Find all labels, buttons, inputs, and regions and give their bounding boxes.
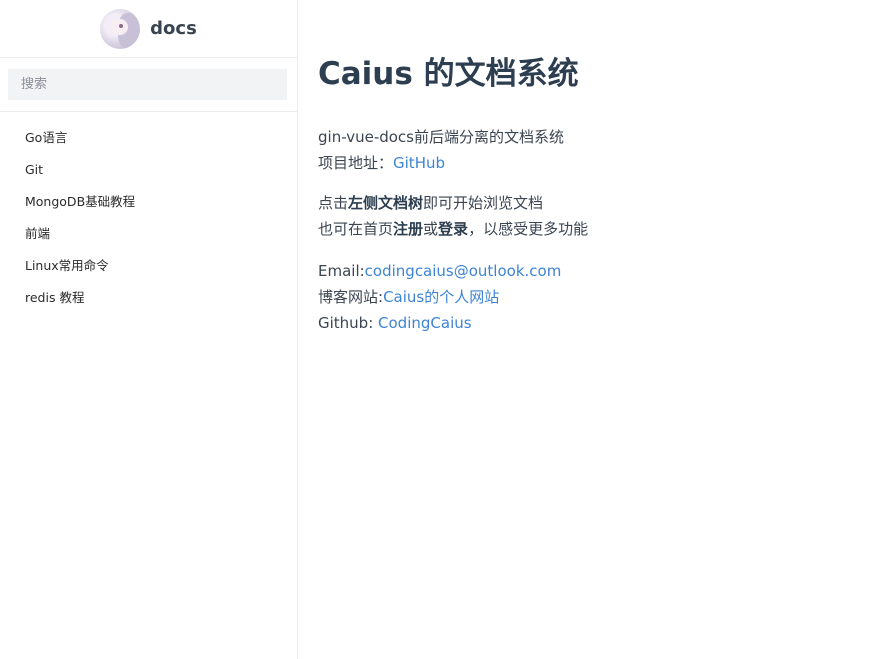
brand-name[interactable]: docs [150, 18, 197, 39]
doc-tree: Go语言 Git MongoDB基础教程 前端 Linux常用命令 redis … [0, 112, 297, 314]
brand-header[interactable]: docs [0, 0, 297, 58]
page-title: Caius 的文档系统 [318, 56, 579, 92]
github-profile-link[interactable]: CodingCaius [378, 314, 472, 332]
also-suffix: ，以感受更多功能 [468, 220, 589, 238]
login-text: 登录 [438, 220, 469, 238]
hint-line: 点击左侧文档树即可开始浏览文档 [318, 190, 868, 216]
also-line: 也可在首页注册或登录，以感受更多功能 [318, 216, 868, 242]
sidebar-item-linux[interactable]: Linux常用命令 [0, 250, 297, 282]
sidebar-item-git[interactable]: Git [0, 154, 297, 186]
hint-suffix: 即可开始浏览文档 [423, 194, 544, 212]
or-text: 或 [423, 220, 439, 238]
main-content: Caius 的文档系统 gin-vue-docs前后端分离的文档系统 项目地址：… [318, 0, 868, 336]
email-label: Email: [318, 262, 365, 280]
blog-line: 博客网站:Caius的个人网站 [318, 284, 868, 310]
repo-line: 项目地址：GitHub [318, 150, 868, 176]
intro-text: gin-vue-docs前后端分离的文档系统 [318, 128, 564, 146]
sidebar-item-redis[interactable]: redis 教程 [0, 282, 297, 314]
github-repo-link[interactable]: GitHub [393, 154, 445, 172]
register-text: 注册 [393, 220, 424, 238]
github-line: Github: CodingCaius [318, 310, 868, 336]
repo-label: 项目地址： [318, 154, 394, 172]
intro-block: gin-vue-docs前后端分离的文档系统 项目地址：GitHub [318, 124, 868, 176]
avatar [100, 8, 141, 49]
search-container [0, 58, 297, 112]
contact-block: Email:codingcaius@outlook.com 博客网站:Caius… [318, 258, 868, 336]
github-label: Github: [318, 314, 379, 332]
hint-bold: 左侧文档树 [348, 194, 424, 212]
sidebar-item-frontend[interactable]: 前端 [0, 218, 297, 250]
blog-label: 博客网站: [318, 288, 384, 306]
hint-prefix: 点击 [318, 194, 349, 212]
email-link[interactable]: codingcaius@outlook.com [365, 262, 562, 280]
sidebar-item-go[interactable]: Go语言 [0, 122, 297, 154]
also-prefix: 也可在首页 [318, 220, 394, 238]
search-input[interactable] [8, 69, 287, 100]
hint-block: 点击左侧文档树即可开始浏览文档 也可在首页注册或登录，以感受更多功能 [318, 190, 868, 242]
sidebar: docs Go语言 Git MongoDB基础教程 前端 Linux常用命令 r… [0, 0, 298, 659]
sidebar-item-mongodb[interactable]: MongoDB基础教程 [0, 186, 297, 218]
email-line: Email:codingcaius@outlook.com [318, 258, 868, 284]
blog-link[interactable]: Caius的个人网站 [383, 288, 499, 306]
